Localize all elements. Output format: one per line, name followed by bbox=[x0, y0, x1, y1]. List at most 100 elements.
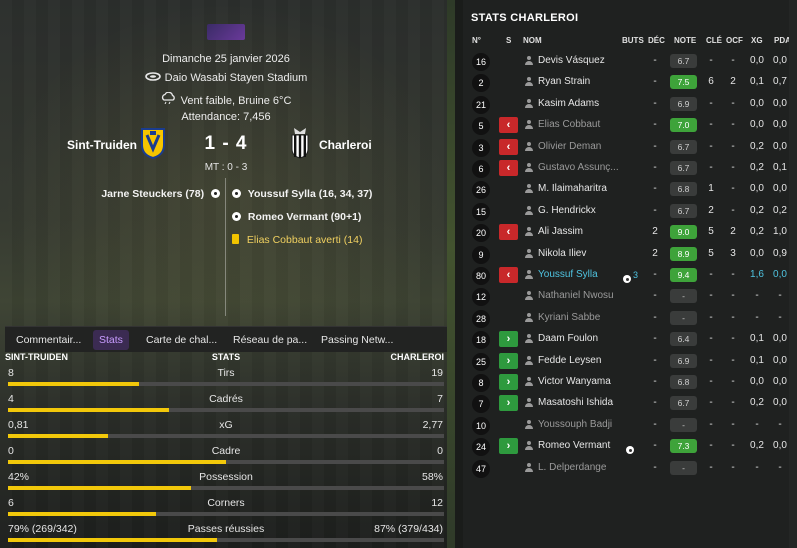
weather-icon bbox=[161, 91, 177, 107]
player-icon bbox=[524, 334, 533, 344]
event-text: Elias Cobbaut averti (14) bbox=[246, 234, 363, 246]
stat-label: Tirs bbox=[217, 367, 235, 379]
player-name[interactable]: Victor Wanyama bbox=[538, 376, 630, 387]
player-row[interactable]: 47 L. Delperdange - - - - - - bbox=[463, 458, 797, 479]
rating-badge: 6.9 bbox=[670, 96, 697, 111]
stat-away-value: 12 bbox=[431, 497, 443, 509]
player-name[interactable]: Youssuf Sylla bbox=[538, 269, 630, 280]
player-name[interactable]: Masatoshi Ishida bbox=[538, 397, 630, 408]
xa-value: 0,0 bbox=[773, 269, 787, 280]
xa-value: 0,0 bbox=[773, 354, 787, 366]
stat-away-value: 19 bbox=[431, 367, 443, 379]
rating-badge: 7.5 bbox=[670, 75, 697, 90]
player-name[interactable]: Ali Jassim bbox=[538, 226, 630, 237]
player-row[interactable]: 8 › Victor Wanyama - 6.8 - - 0,0 0,0 bbox=[463, 372, 797, 393]
player-row[interactable]: 24 › Romeo Vermant -7.3- -0,2 0,0 bbox=[463, 436, 797, 457]
player-row[interactable]: 7 › Masatoshi Ishida -6.7- -0,2 0,0 bbox=[463, 393, 797, 414]
player-row[interactable]: 5 ‹ Elias Cobbaut -7.0- -0,0 0,0 bbox=[463, 115, 797, 136]
stat-bar-fill bbox=[8, 486, 192, 490]
player-row[interactable]: 28 Kyriani Sabbe - - - - - - bbox=[463, 308, 797, 329]
player-row[interactable]: 12 Nathaniel Nwosu - - - - - - bbox=[463, 286, 797, 307]
stat-row: 0 Cadre 0 bbox=[5, 443, 447, 469]
player-name[interactable]: Gustavo Assunç... bbox=[538, 162, 630, 173]
player-name[interactable]: Nikola Iliev bbox=[538, 248, 630, 259]
player-row[interactable]: 20 ‹ Ali Jassim 2 9.0 5 2 0,2 1,0 bbox=[463, 222, 797, 243]
player-row[interactable]: 80 ‹ Youssuf Sylla 3 - 9.4 - - 1,6 0,0 bbox=[463, 265, 797, 286]
stat-row: 0,81 xG 2,77 bbox=[5, 417, 447, 443]
col-name[interactable]: NOM bbox=[523, 36, 542, 45]
player-name[interactable]: Fedde Leysen bbox=[538, 355, 630, 366]
tab-commentary[interactable]: Commentair... bbox=[10, 330, 87, 350]
tab-heatmap[interactable]: Carte de chal... bbox=[140, 330, 223, 350]
player-row[interactable]: 2 Ryan Strain - 7.5 6 2 0,1 0,7 bbox=[463, 72, 797, 93]
rating-badge: - bbox=[670, 460, 697, 475]
player-name[interactable]: Romeo Vermant bbox=[538, 440, 630, 451]
away-team-name[interactable]: Charleroi bbox=[319, 138, 372, 152]
player-row[interactable]: 6 ‹ Gustavo Assunç... - 6.7 - - 0,2 0,1 bbox=[463, 158, 797, 179]
player-icon bbox=[524, 462, 533, 472]
player-row[interactable]: 25 › Fedde Leysen -6.9- -0,1 0,0 bbox=[463, 351, 797, 372]
col-goals[interactable]: BUTS bbox=[622, 36, 644, 45]
player-row[interactable]: 21 Kasim Adams -6.9- -0,0 0,0 bbox=[463, 94, 797, 115]
stats-tabs: Commentair... Stats Carte de chal... Rés… bbox=[5, 326, 447, 352]
xa-value: 0,0 bbox=[773, 140, 787, 152]
player-icon bbox=[524, 377, 533, 386]
decisive-passes: - bbox=[653, 376, 657, 387]
player-row[interactable]: 15 G. Hendrickx - 6.7 2 - 0,2 0,2 bbox=[463, 201, 797, 222]
col-ocf[interactable]: OCF bbox=[726, 36, 743, 45]
player-name[interactable]: M. Ilaimaharitra bbox=[538, 183, 630, 194]
rating-badge: 6.7 bbox=[670, 139, 697, 154]
shirt-number: 9 bbox=[472, 245, 490, 264]
tab-stats[interactable]: Stats bbox=[93, 330, 129, 350]
player-row[interactable]: 10 Youssouph Badji - - - - - - bbox=[463, 415, 797, 436]
chances-created: - bbox=[731, 269, 735, 280]
home-crest-icon[interactable] bbox=[140, 127, 166, 160]
col-key[interactable]: CLÉ bbox=[706, 36, 722, 45]
player-row[interactable]: 16 Devis Vásquez - 6.7 - - 0,0 0,0 bbox=[463, 51, 797, 72]
player-name[interactable]: Daam Foulon bbox=[538, 333, 630, 344]
away-crest-icon[interactable] bbox=[289, 127, 315, 159]
player-name[interactable]: G. Hendrickx bbox=[538, 205, 630, 216]
decisive-passes: - bbox=[653, 397, 657, 409]
table-header: N° S NOM BUTS DÉC NOTE CLÉ OCF XG PDA bbox=[463, 36, 797, 48]
scrollbar[interactable] bbox=[789, 0, 797, 548]
player-name[interactable]: Youssouph Badji bbox=[538, 419, 630, 430]
tab-pass-network[interactable]: Réseau de pa... bbox=[227, 330, 313, 350]
key-passes: - bbox=[709, 119, 713, 131]
stat-bar-fill bbox=[8, 538, 218, 542]
stat-bar bbox=[8, 434, 444, 438]
home-team-name[interactable]: Sint-Truiden bbox=[67, 138, 137, 152]
player-row[interactable]: 3 ‹ Olivier Deman -6.7- -0,2 0,0 bbox=[463, 137, 797, 158]
stat-bar bbox=[8, 382, 444, 386]
player-name[interactable]: Elias Cobbaut bbox=[538, 119, 630, 130]
chances-created: - bbox=[731, 333, 735, 345]
decisive-passes: - bbox=[653, 76, 657, 88]
xa-value: 0,9 bbox=[773, 247, 787, 259]
player-name[interactable]: L. Delperdange bbox=[538, 462, 630, 473]
player-name[interactable]: Nathaniel Nwosu bbox=[538, 290, 630, 301]
chances-created: - bbox=[731, 183, 735, 195]
tab-passing-network[interactable]: Passing Netw... bbox=[315, 330, 399, 350]
col-note[interactable]: NOTE bbox=[674, 36, 696, 45]
shirt-number: 6 bbox=[472, 160, 490, 178]
col-xg[interactable]: XG bbox=[751, 36, 763, 45]
col-dec[interactable]: DÉC bbox=[648, 36, 665, 45]
col-num[interactable]: N° bbox=[472, 36, 481, 45]
shirt-number: 7 bbox=[472, 395, 490, 414]
player-name[interactable]: Ryan Strain bbox=[538, 76, 630, 87]
player-name[interactable]: Olivier Deman bbox=[538, 141, 630, 152]
player-name[interactable]: Devis Vásquez bbox=[538, 55, 630, 66]
away-card-event: Elias Cobbaut averti (14) bbox=[232, 234, 362, 246]
xa-value: 0,0 bbox=[773, 376, 787, 387]
player-name[interactable]: Kasim Adams bbox=[538, 98, 630, 109]
shirt-number: 80 bbox=[472, 267, 490, 285]
player-row[interactable]: 9 Nikola Iliev 2 8.9 5 3 0,0 0,9 bbox=[463, 244, 797, 265]
player-row[interactable]: 26 M. Ilaimaharitra - 6.8 1 - 0,0 0,0 bbox=[463, 179, 797, 200]
key-passes: - bbox=[709, 290, 713, 302]
player-icon bbox=[524, 163, 533, 172]
player-row[interactable]: 18 › Daam Foulon -6.4- -0,1 0,0 bbox=[463, 329, 797, 350]
col-sub[interactable]: S bbox=[506, 36, 511, 45]
goal-ball-icon bbox=[232, 189, 241, 198]
player-name[interactable]: Kyriani Sabbe bbox=[538, 312, 630, 323]
decisive-passes: - bbox=[653, 461, 657, 473]
